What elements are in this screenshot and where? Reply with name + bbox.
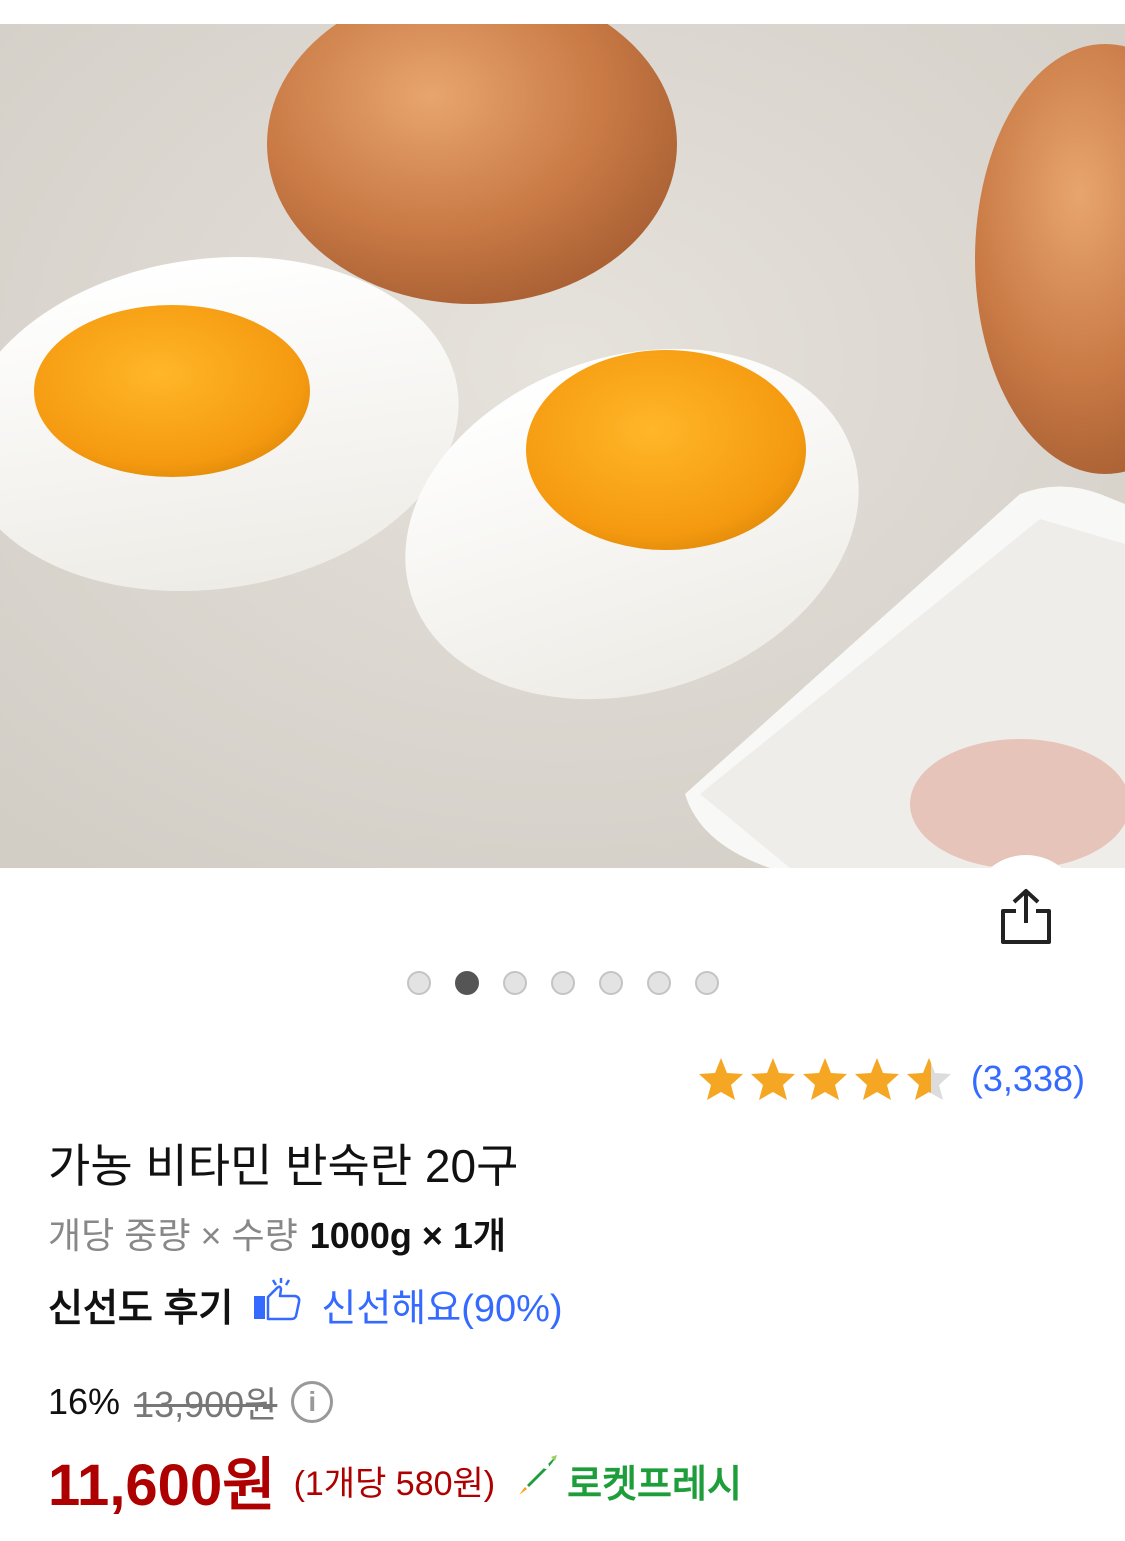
- product-spec: 개당 중량 × 수량 1000g × 1개: [48, 1207, 506, 1259]
- rocket-fresh-label: 로켓프레시: [567, 1463, 742, 1506]
- freshness-review[interactable]: 신선도 후기 신선해요(90%): [48, 1276, 563, 1332]
- rocket-icon: [513, 1451, 561, 1509]
- review-count[interactable]: (3,338): [971, 1058, 1085, 1100]
- rocket-fresh-badge: 로켓프레시: [513, 1451, 742, 1509]
- pagination-dot[interactable]: [550, 971, 575, 995]
- price-row: 11,600원 (1개당 580원) 로켓프레시: [48, 1438, 742, 1522]
- star-icon: [853, 1056, 901, 1102]
- share-button[interactable]: [970, 855, 1082, 967]
- product-rating[interactable]: (3,338): [697, 1056, 1085, 1102]
- image-pagination: [0, 971, 1125, 995]
- pagination-dot-active[interactable]: [454, 971, 479, 995]
- sale-price: 11,600원: [48, 1453, 276, 1518]
- thumbs-up-icon: [251, 1276, 303, 1332]
- freshness-label: 신선도 후기: [48, 1287, 234, 1330]
- rating-stars: [697, 1056, 953, 1102]
- star-icon: [801, 1056, 849, 1102]
- star-icon: [749, 1056, 797, 1102]
- spec-value: 1000g × 1개: [309, 1215, 506, 1256]
- pagination-dot[interactable]: [694, 971, 719, 995]
- star-icon: [697, 1056, 745, 1102]
- unit-price: (1개당 580원): [293, 1464, 496, 1503]
- pagination-dot[interactable]: [406, 971, 431, 995]
- freshness-text[interactable]: 신선해요(90%): [321, 1277, 562, 1332]
- discount-percent: 16%: [48, 1381, 121, 1422]
- discount-row: 16% 13,900원 i: [48, 1376, 334, 1428]
- product-image[interactable]: [0, 24, 1125, 868]
- pagination-dot[interactable]: [502, 971, 527, 995]
- info-icon[interactable]: i: [291, 1381, 334, 1423]
- share-icon: [1001, 889, 1051, 944]
- half-star-icon: [905, 1056, 953, 1102]
- product-title: 가농 비타민 반숙란 20구: [48, 1140, 519, 1192]
- pagination-dot[interactable]: [598, 971, 623, 995]
- pagination-dot[interactable]: [646, 971, 671, 995]
- egg-photo: [0, 24, 1125, 868]
- original-price: 13,900원: [134, 1384, 278, 1425]
- spec-label: 개당 중량 × 수량: [48, 1215, 298, 1256]
